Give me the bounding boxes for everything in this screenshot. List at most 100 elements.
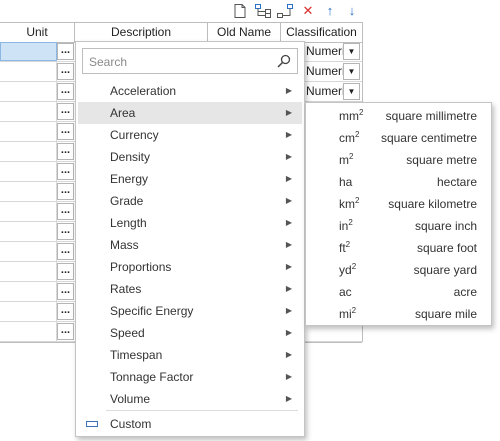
menu-item-label: Specific Energy (110, 304, 194, 318)
unit-name: square millimetre (385, 109, 477, 123)
browse-unit-button[interactable]: ... (57, 223, 74, 240)
unit-cell[interactable] (0, 82, 57, 101)
menu-item-acceleration[interactable]: Acceleration ▶ (78, 80, 302, 102)
unit-option[interactable]: yd2 square yard (306, 259, 491, 281)
search-box (82, 48, 298, 74)
unit-option[interactable]: mi2 square mile (306, 303, 491, 325)
delete-icon[interactable]: ✕ (300, 3, 316, 19)
unit-cell[interactable] (0, 262, 57, 281)
menu-item-timespan[interactable]: Timespan ▶ (78, 344, 302, 366)
unit-cell[interactable] (0, 122, 57, 141)
unit-exponent: 2 (359, 108, 364, 117)
menu-item-label: Custom (110, 417, 152, 431)
unit-cell[interactable] (0, 182, 57, 201)
classification-dropdown-icon[interactable]: ▼ (343, 83, 360, 100)
unit-abbreviation: yd2 (339, 259, 356, 281)
browse-unit-button[interactable]: ... (57, 183, 74, 200)
unit-cell[interactable] (0, 42, 57, 61)
unit-symbol: ac (339, 285, 352, 299)
menu-item-label: Volume (110, 392, 151, 406)
unit-option[interactable]: in2 square inch (306, 215, 491, 237)
menu-separator (106, 410, 298, 411)
menu-item-tonnage-factor[interactable]: Tonnage Factor ▶ (78, 366, 302, 388)
browse-unit-button[interactable]: ... (57, 303, 74, 320)
unit-cell[interactable] (0, 102, 57, 121)
unit-name: acre (453, 285, 477, 299)
menu-item-label: Rates (110, 282, 142, 296)
menu-item-grade[interactable]: Grade ▶ (78, 190, 302, 212)
add-sibling-icon[interactable] (277, 3, 293, 19)
menu-item-density[interactable]: Density ▶ (78, 146, 302, 168)
menu-item-label: Proportions (110, 260, 172, 274)
menu-item-currency[interactable]: Currency ▶ (78, 124, 302, 146)
unit-option[interactable]: ft2 square foot (306, 237, 491, 259)
menu-item-rates[interactable]: Rates ▶ (78, 278, 302, 300)
unit-symbol: mm (339, 109, 359, 123)
browse-unit-button[interactable]: ... (57, 123, 74, 140)
unit-cell[interactable] (0, 302, 57, 321)
unit-cell[interactable] (0, 282, 57, 301)
add-child-icon[interactable] (255, 3, 271, 19)
unit-name: square metre (406, 153, 477, 167)
unit-option[interactable]: mm2 square millimetre (306, 105, 491, 127)
search-input[interactable] (87, 50, 271, 74)
browse-unit-button[interactable]: ... (57, 283, 74, 300)
chevron-right-icon: ▶ (285, 350, 292, 359)
classification-dropdown-icon[interactable]: ▼ (343, 63, 360, 80)
unit-cell[interactable] (0, 62, 57, 81)
unit-symbol: ft (339, 241, 346, 255)
browse-unit-button[interactable]: ... (57, 203, 74, 220)
menu-item-label: Timespan (110, 348, 163, 362)
new-document-icon[interactable] (232, 3, 248, 19)
unit-cell[interactable] (0, 142, 57, 161)
classification-dropdown-icon[interactable]: ▼ (343, 43, 360, 60)
column-header-description[interactable]: Description (75, 23, 208, 42)
column-header-unit[interactable]: Unit (0, 23, 75, 42)
unit-option[interactable]: ha hectare (306, 171, 491, 193)
unit-option[interactable]: cm2 square centimetre (306, 127, 491, 149)
unit-cell[interactable] (0, 242, 57, 261)
browse-unit-button[interactable]: ... (57, 83, 74, 100)
menu-item-volume[interactable]: Volume ▶ (78, 388, 302, 410)
browse-unit-button[interactable]: ... (57, 63, 74, 80)
search-icon[interactable] (277, 54, 291, 68)
toolbar: ✕ ↑ ↓ (0, 0, 362, 22)
chevron-right-icon: ▶ (285, 152, 292, 161)
move-up-icon[interactable]: ↑ (322, 3, 338, 19)
menu-item-length[interactable]: Length ▶ (78, 212, 302, 234)
column-header-old-name[interactable]: Old Name (208, 23, 281, 42)
unit-option[interactable]: ac acre (306, 281, 491, 303)
unit-exponent: 2 (348, 218, 353, 227)
custom-icon (86, 421, 98, 427)
unit-exponent: 2 (355, 196, 360, 205)
unit-option[interactable]: km2 square kilometre (306, 193, 491, 215)
chevron-right-icon: ▶ (285, 240, 292, 249)
unit-symbol: km (339, 197, 355, 211)
browse-unit-button[interactable]: ... (57, 163, 74, 180)
unit-cell[interactable] (0, 202, 57, 221)
browse-unit-button[interactable]: ... (57, 243, 74, 260)
menu-item-proportions[interactable]: Proportions ▶ (78, 256, 302, 278)
menu-item-mass[interactable]: Mass ▶ (78, 234, 302, 256)
column-header-classification[interactable]: Classification (281, 23, 362, 42)
unit-abbreviation: m2 (339, 149, 353, 171)
browse-unit-button[interactable]: ... (57, 43, 74, 60)
chevron-right-icon: ▶ (285, 328, 292, 337)
browse-unit-button[interactable]: ... (57, 263, 74, 280)
browse-unit-button[interactable]: ... (57, 323, 74, 340)
unit-cell[interactable] (0, 162, 57, 181)
menu-item-label: Area (110, 106, 136, 120)
menu-item-area[interactable]: Area ▶ (78, 102, 302, 124)
unit-cell[interactable] (0, 222, 57, 241)
menu-item-energy[interactable]: Energy ▶ (78, 168, 302, 190)
menu-item-custom[interactable]: Custom (78, 413, 302, 435)
unit-cell[interactable] (0, 322, 57, 341)
unit-symbol: m (339, 153, 349, 167)
move-down-icon[interactable]: ↓ (344, 3, 360, 19)
menu-item-speed[interactable]: Speed ▶ (78, 322, 302, 344)
menu-item-specific-energy[interactable]: Specific Energy ▶ (78, 300, 302, 322)
unit-option[interactable]: m2 square metre (306, 149, 491, 171)
unit-abbreviation: cm2 (339, 127, 359, 149)
browse-unit-button[interactable]: ... (57, 103, 74, 120)
browse-unit-button[interactable]: ... (57, 143, 74, 160)
